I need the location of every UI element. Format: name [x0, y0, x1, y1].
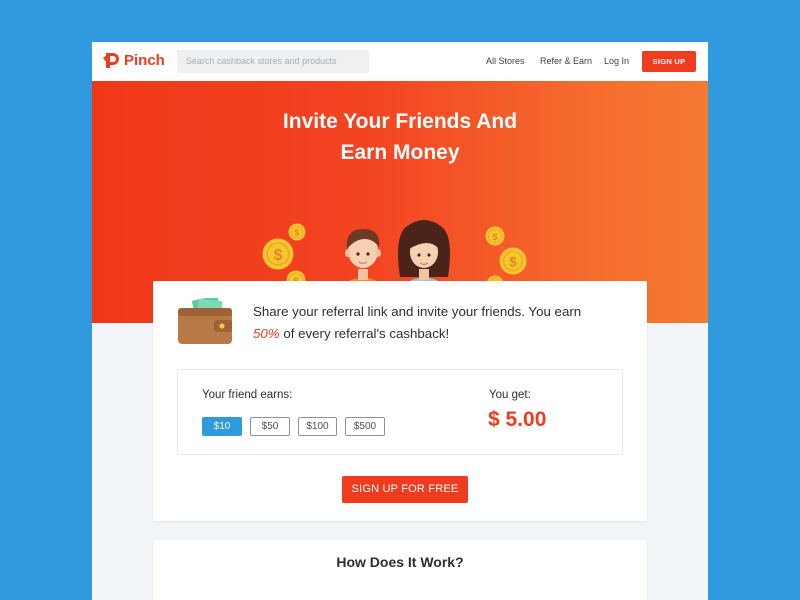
earnings-calculator: Your friend earns: $10 $50 $100 $500 You… — [177, 369, 623, 455]
coin-icon — [485, 226, 505, 246]
nav-link-login[interactable]: Log In — [604, 56, 629, 66]
page: Pinch Search cashback stores and product… — [92, 42, 708, 600]
you-get-label: You get: — [489, 389, 531, 401]
friend-earns-label: Your friend earns: — [202, 389, 293, 401]
you-get-value: $ 5.00 — [488, 408, 547, 431]
coin-icon — [288, 223, 306, 241]
signup-free-button[interactable]: SIGN UP FOR FREE — [342, 476, 468, 503]
nav-link-refer-earn[interactable]: Refer & Earn — [540, 56, 592, 66]
coin-icon — [499, 247, 527, 275]
logo-text: Pinch — [124, 52, 165, 69]
referral-text-after: of every referral's cashback! — [283, 326, 450, 341]
search-input[interactable]: Search cashback stores and products — [177, 50, 369, 73]
referral-percent: 50% — [253, 326, 280, 341]
amount-options: $10 $50 $100 $500 — [202, 417, 393, 436]
amount-option-10[interactable]: $10 — [202, 417, 242, 436]
amount-option-500[interactable]: $500 — [345, 417, 385, 436]
logo[interactable]: Pinch — [103, 52, 165, 69]
signup-button[interactable]: SIGN UP — [642, 51, 696, 72]
coin-icon — [262, 238, 294, 270]
pinch-logo-icon — [103, 53, 119, 68]
how-it-works-card: How Does It Work? — [153, 540, 647, 600]
amount-option-100[interactable]: $100 — [298, 417, 337, 436]
wallet-icon — [178, 298, 232, 344]
referral-card: Share your referral link and invite your… — [153, 281, 647, 521]
nav-link-all-stores[interactable]: All Stores — [486, 56, 525, 66]
how-it-works-title: How Does It Work? — [336, 554, 464, 570]
referral-description: Share your referral link and invite your… — [253, 301, 628, 345]
amount-option-50[interactable]: $50 — [250, 417, 290, 436]
referral-text-before: Share your referral link and invite your… — [253, 304, 582, 319]
top-nav: Pinch Search cashback stores and product… — [92, 42, 708, 81]
